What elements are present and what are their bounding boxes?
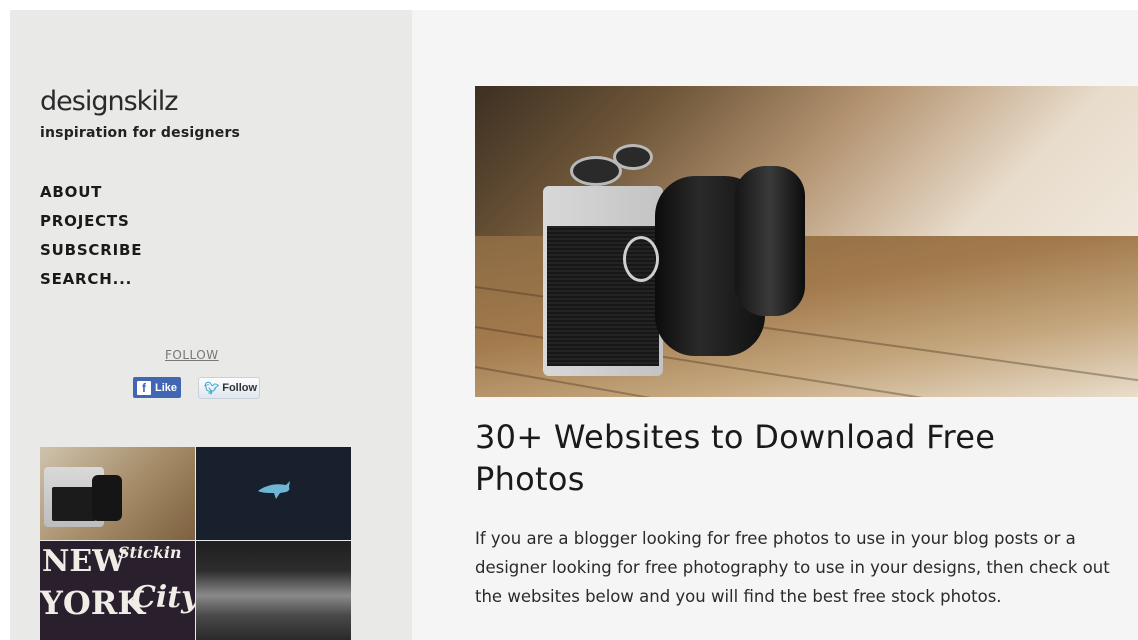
site-tagline: inspiration for designers xyxy=(40,125,241,141)
twitter-bird-icon: 🐦︎ xyxy=(204,381,220,395)
shark-icon xyxy=(258,481,290,499)
thumbnail-landscape[interactable] xyxy=(196,541,351,640)
thumb-text-city: City xyxy=(132,580,195,615)
featured-image[interactable] xyxy=(475,86,1138,397)
post-excerpt: If you are a blogger looking for free ph… xyxy=(475,529,1110,606)
post-title[interactable]: 30+ Websites to Download Free Photos xyxy=(475,416,1095,500)
thumb-text-york: YORK xyxy=(40,584,146,622)
thumbnail-camera[interactable] xyxy=(40,447,195,540)
thumbnail-grid: NEW Stickin YORK City xyxy=(40,447,351,640)
camera-dial-shape xyxy=(613,144,653,170)
facebook-like-label: Like xyxy=(155,381,178,394)
page: designskilz inspiration for designers AB… xyxy=(10,10,1138,640)
facebook-icon: f xyxy=(137,380,151,395)
nav-item-about[interactable]: ABOUT xyxy=(40,182,142,211)
camera-lens-front-shape xyxy=(735,166,805,316)
nav-item-projects[interactable]: PROJECTS xyxy=(40,211,142,240)
nav-item-subscribe[interactable]: SUBSCRIBE xyxy=(40,240,142,269)
main-nav: ABOUT PROJECTS SUBSCRIBE SEARCH... xyxy=(40,182,142,298)
thumb-text-new: NEW xyxy=(42,544,126,579)
follow-link[interactable]: FOLLOW xyxy=(165,348,219,362)
site-logo[interactable]: designskilz xyxy=(40,86,178,117)
facebook-like-button[interactable]: f Like xyxy=(133,377,181,398)
twitter-follow-label: Follow xyxy=(222,382,258,394)
sidebar: designskilz inspiration for designers AB… xyxy=(10,10,412,640)
thumbnail-new-york[interactable]: NEW Stickin YORK City xyxy=(40,541,195,640)
nav-item-search[interactable]: SEARCH... xyxy=(40,269,142,298)
thumb-text-stickin: Stickin xyxy=(118,543,182,562)
camera-lens-shape xyxy=(92,475,122,521)
thumbnail-shark[interactable] xyxy=(196,447,351,540)
twitter-follow-button[interactable]: 🐦︎ Follow xyxy=(198,377,260,399)
camera-strap-ring-shape xyxy=(623,236,659,282)
